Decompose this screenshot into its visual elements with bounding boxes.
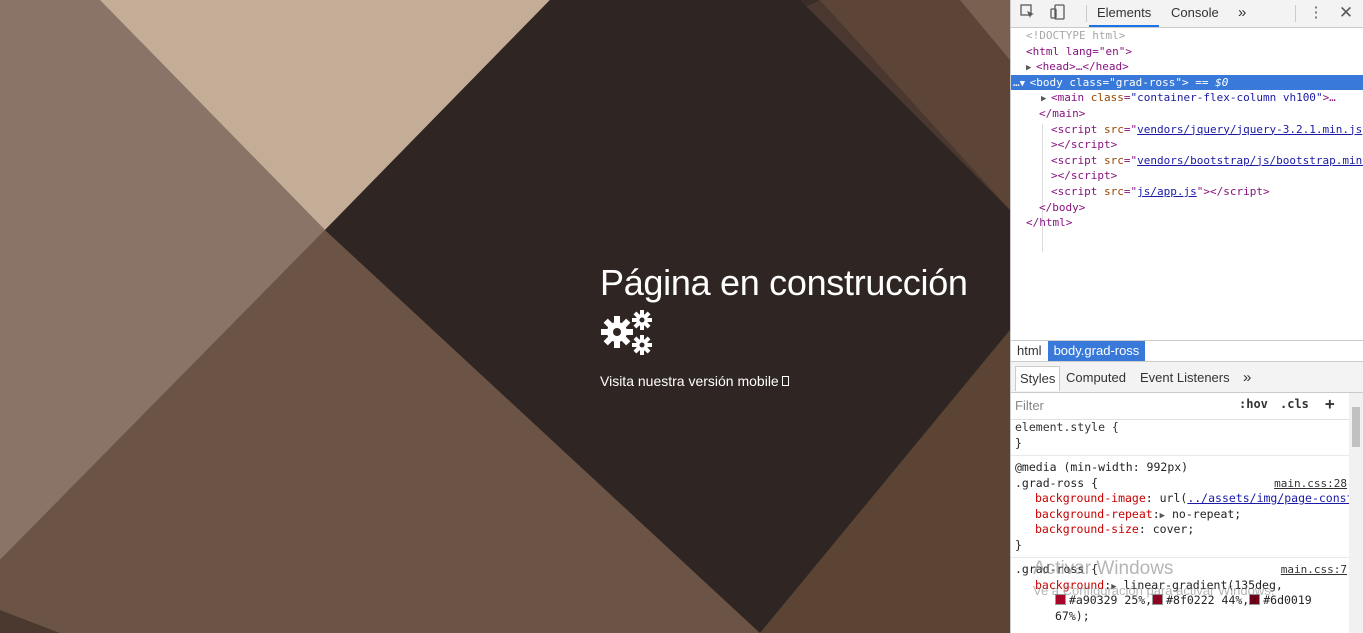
body-close: </body>: [1039, 200, 1086, 214]
tab-styles[interactable]: Styles: [1015, 366, 1061, 391]
mobile-link-label: Visita nuestra versión mobile: [600, 373, 779, 389]
inspect-element-icon[interactable]: [1019, 4, 1037, 22]
tab-console[interactable]: Console: [1171, 0, 1219, 27]
more-styles-tabs-icon[interactable]: »: [1239, 366, 1255, 390]
tab-event-listeners[interactable]: Event Listeners: [1136, 366, 1234, 390]
hero: Página en construcción: [600, 262, 968, 361]
html-close: </html>: [1026, 216, 1073, 230]
val-background-repeat[interactable]: no-repeat;: [1172, 507, 1241, 521]
tab-computed[interactable]: Computed: [1062, 366, 1130, 390]
styles-pane: element.style { } @media (min-width: 992…: [1011, 420, 1349, 633]
windows-watermark-subtitle: Ve a Configuración para activar Windows.: [1033, 583, 1275, 598]
prop-background-image[interactable]: background-image: [1035, 491, 1146, 505]
close-icon[interactable]: ✕: [1337, 4, 1355, 22]
script-link-bootstrap[interactable]: vendors/bootstrap/js/bootstrap.min.js: [1137, 154, 1363, 167]
element-style-selector[interactable]: element.style {: [1015, 420, 1119, 434]
rule2-source-link[interactable]: main.css:7: [1281, 562, 1347, 578]
hov-toggle[interactable]: :hov: [1239, 397, 1268, 411]
head-node[interactable]: <head>…</head>: [1036, 60, 1129, 73]
devtools-panel: Elements Console » ⋮ ✕ <!DOCTYPE html> <…: [1010, 0, 1363, 633]
element-style-close: }: [1015, 435, 1022, 450]
bg-image-url[interactable]: ../assets/img/page-construccion.jpg: [1187, 491, 1349, 505]
page-title: Página en construcción: [600, 262, 968, 303]
main-close: </main>: [1039, 106, 1086, 120]
page-viewport: Página en construcción Visita nuestra ve…: [0, 0, 1010, 633]
script-link-app[interactable]: js/app.js: [1137, 185, 1197, 198]
cls-toggle[interactable]: .cls: [1280, 397, 1309, 411]
selected-marker: == $0: [1188, 75, 1229, 89]
mobile-version-link[interactable]: Visita nuestra versión mobile: [600, 373, 789, 389]
doctype-node[interactable]: <!DOCTYPE html>: [1026, 29, 1125, 42]
kebab-menu-icon[interactable]: ⋮: [1307, 4, 1325, 22]
dom-tree: <!DOCTYPE html> <html lang="en"> ▶ <head>…: [1011, 28, 1363, 340]
rule1-selector[interactable]: .grad-ross {: [1015, 476, 1098, 490]
val-background-size[interactable]: cover;: [1153, 522, 1195, 536]
media-query: @media (min-width: 992px): [1015, 460, 1189, 474]
rule1-source-link[interactable]: main.css:28: [1274, 476, 1347, 492]
devtools-toolbar: Elements Console » ⋮ ✕: [1011, 0, 1363, 28]
breadcrumb-html[interactable]: html: [1011, 341, 1048, 361]
filter-input[interactable]: Filter: [1015, 398, 1044, 413]
body-tag: body: [1036, 75, 1063, 89]
styles-filter-bar: Filter :hov .cls +: [1011, 393, 1363, 420]
mobile-icon: [781, 376, 789, 386]
html-node[interactable]: <html lang="en">: [1026, 45, 1132, 58]
main-class[interactable]: container-flex-column vh100: [1137, 91, 1316, 104]
rule1-close: }: [1015, 537, 1022, 552]
windows-watermark-title: Activar Windows: [1033, 558, 1174, 579]
prop-background-repeat[interactable]: background-repeat: [1035, 507, 1153, 521]
breadcrumb: html body.grad-ross: [1011, 340, 1363, 362]
device-toolbar-icon[interactable]: [1049, 4, 1067, 22]
gears-icon: [601, 310, 652, 355]
prop-background-size[interactable]: background-size: [1035, 522, 1139, 536]
script-link-jquery[interactable]: vendors/jquery/jquery-3.2.1.min.js: [1137, 123, 1362, 136]
color-3-stop: 67%);: [1055, 608, 1090, 623]
breadcrumb-body[interactable]: body.grad-ross: [1047, 341, 1146, 361]
styles-scrollbar[interactable]: [1349, 393, 1363, 633]
tab-elements[interactable]: Elements: [1089, 0, 1160, 27]
body-node[interactable]: …▼ <body class="grad-ross"> == $0: [1011, 74, 1363, 91]
styles-tabbar: Styles Computed Event Listeners »: [1011, 362, 1363, 393]
new-rule-icon[interactable]: +: [1325, 394, 1335, 413]
body-class: grad-ross: [1115, 75, 1176, 89]
more-tabs-icon[interactable]: »: [1238, 0, 1246, 27]
